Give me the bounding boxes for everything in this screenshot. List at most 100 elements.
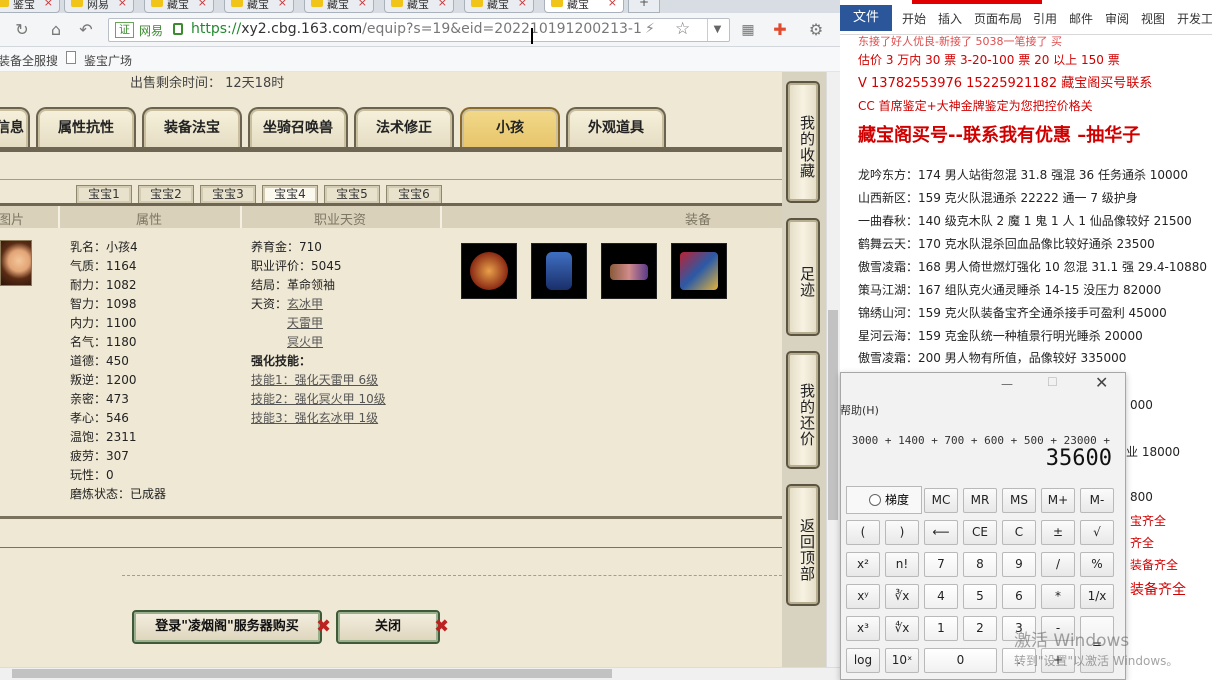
close-tab-icon[interactable]: × — [44, 0, 53, 9]
calc-key[interactable]: 1/x — [1080, 584, 1114, 609]
footprints-button[interactable]: 足迹 — [786, 218, 820, 336]
calc-key[interactable]: C — [1002, 520, 1036, 545]
grid-icon[interactable]: ▦ — [736, 19, 760, 41]
calc-help-menu[interactable]: 帮助(H) — [840, 402, 879, 418]
calc-key[interactable]: ( — [846, 520, 880, 545]
calc-key[interactable]: MS — [1002, 488, 1036, 513]
home-icon[interactable]: ⌂ — [44, 19, 68, 41]
talent-link[interactable]: 天雷甲 — [287, 316, 323, 330]
ribbon-tab-view[interactable]: 视图 — [1141, 10, 1165, 27]
talent-link[interactable]: 冥火甲 — [287, 335, 323, 349]
maximize-icon[interactable]: ☐ — [1047, 375, 1058, 389]
calc-key[interactable]: ) — [885, 520, 919, 545]
ribbon-tab-layout[interactable]: 页面布局 — [974, 10, 1022, 27]
subtab-baby2[interactable]: 宝宝2 — [138, 185, 194, 204]
calc-key[interactable]: MC — [924, 488, 958, 513]
close-icon[interactable]: ✕ — [1095, 373, 1108, 392]
file-tab[interactable]: 文件 — [840, 5, 892, 31]
ribbon-tab-references[interactable]: 引用 — [1033, 10, 1057, 27]
calc-key-digit[interactable]: 4 — [924, 584, 958, 609]
equipment-slot[interactable] — [671, 243, 727, 299]
calc-key[interactable]: √ — [1080, 520, 1114, 545]
tab-spells[interactable]: 法术修正 — [354, 107, 454, 149]
chevron-down-icon[interactable]: ▼ — [707, 19, 727, 41]
calc-key[interactable]: / — [1041, 552, 1075, 577]
close-tab-icon[interactable]: × — [118, 0, 127, 9]
calc-key-digit[interactable]: 0 — [924, 648, 997, 673]
tab-mounts[interactable]: 坐骑召唤兽 — [248, 107, 348, 149]
equipment-slot[interactable] — [461, 243, 517, 299]
browser-tab[interactable]: 藏宝 × — [304, 0, 374, 13]
calc-key-digit[interactable]: 7 — [924, 552, 958, 577]
calc-key-digit[interactable]: 2 — [963, 616, 997, 641]
calc-key[interactable]: n! — [885, 552, 919, 577]
skill-link[interactable]: 技能3：强化玄冰甲 1级 — [251, 411, 378, 425]
talent-link[interactable]: 玄冰甲 — [287, 297, 323, 311]
scrollbar-thumb[interactable] — [828, 310, 838, 520]
ribbon-tab-review[interactable]: 审阅 — [1105, 10, 1129, 27]
equipment-slot[interactable] — [531, 243, 587, 299]
equipment-slot[interactable] — [601, 243, 657, 299]
scrollbar-thumb[interactable] — [12, 669, 612, 678]
close-tab-icon[interactable]: × — [438, 0, 447, 9]
browser-tab[interactable]: 藏宝 × — [144, 0, 214, 13]
bookmark-item[interactable]: 装备全服搜 — [0, 52, 58, 69]
calc-key[interactable]: M+ — [1041, 488, 1075, 513]
calc-key-digit[interactable]: 6 — [1002, 584, 1036, 609]
browser-tab[interactable]: 藏宝 × — [224, 0, 294, 13]
subtab-baby3[interactable]: 宝宝3 — [200, 185, 256, 204]
calc-key[interactable]: * — [1041, 584, 1075, 609]
radio-icon[interactable] — [869, 494, 881, 506]
buy-button[interactable]: 登录"凌烟阁"服务器购买 — [132, 610, 322, 644]
browser-tab[interactable]: 藏宝 × — [464, 0, 534, 13]
close-tab-icon[interactable]: × — [518, 0, 527, 9]
calc-key[interactable]: xʸ — [846, 584, 880, 609]
new-tab-button[interactable]: + — [628, 0, 660, 13]
tab-attributes[interactable]: 属性抗性 — [36, 107, 136, 149]
close-tab-icon[interactable]: × — [608, 0, 617, 9]
calc-key[interactable]: ∛x — [885, 584, 919, 609]
calc-key[interactable]: x² — [846, 552, 880, 577]
ribbon-tab-mailings[interactable]: 邮件 — [1069, 10, 1093, 27]
calc-key[interactable]: x³ — [846, 616, 880, 641]
calc-key[interactable]: ∜x — [885, 616, 919, 641]
subtab-baby6[interactable]: 宝宝6 — [386, 185, 442, 204]
star-icon[interactable]: ☆ — [675, 19, 690, 39]
ribbon-tab-developer[interactable]: 开发工 — [1177, 10, 1212, 27]
skill-link[interactable]: 技能2：强化冥火甲 10级 — [251, 392, 386, 406]
calc-key[interactable]: CE — [963, 520, 997, 545]
browser-tab[interactable]: 藏宝 × — [384, 0, 454, 13]
angle-unit-group[interactable]: 梯度 — [846, 486, 922, 514]
lightning-icon[interactable]: ⚡ — [645, 21, 655, 37]
tab-appearance[interactable]: 外观道具 — [566, 107, 666, 149]
refresh-icon[interactable]: ↻ — [10, 19, 34, 41]
browser-tab[interactable]: 网易 × — [64, 0, 134, 13]
browser-tab[interactable]: 鉴宝 × — [0, 0, 60, 13]
calc-key-backspace[interactable]: ⟵ — [924, 520, 958, 545]
close-tab-icon[interactable]: × — [198, 0, 207, 9]
bookmark-item[interactable]: 鉴宝广场 — [84, 52, 132, 69]
my-favorites-button[interactable]: 我的收藏 — [786, 81, 820, 203]
my-counteroffer-button[interactable]: 我的还价 — [786, 351, 820, 469]
url-text[interactable]: https://xy2.cbg.163.com/equip?s=19&eid=2… — [191, 21, 641, 37]
subtab-baby1[interactable]: 宝宝1 — [76, 185, 132, 204]
calc-key[interactable]: M- — [1080, 488, 1114, 513]
close-tab-icon[interactable]: × — [358, 0, 367, 9]
minimize-icon[interactable]: — — [1001, 377, 1013, 391]
calc-key-digit[interactable]: 8 — [963, 552, 997, 577]
calc-key[interactable]: % — [1080, 552, 1114, 577]
calc-key-digit[interactable]: 9 — [1002, 552, 1036, 577]
browser-tab-active[interactable]: 藏宝 × — [544, 0, 624, 13]
ribbon-tab-home[interactable]: 开始 — [902, 10, 926, 27]
back-to-top-button[interactable]: 返回顶部 — [786, 484, 820, 606]
calc-key[interactable]: MR — [963, 488, 997, 513]
tools-icon[interactable]: ⚙ — [804, 19, 828, 41]
calc-key[interactable]: 10ˣ — [885, 648, 919, 673]
calc-key[interactable]: log — [846, 648, 880, 673]
subtab-baby4[interactable]: 宝宝4 — [262, 185, 318, 204]
undo-icon[interactable]: ↶ — [74, 19, 98, 41]
tab-info[interactable]: 信息 — [0, 107, 30, 149]
close-button[interactable]: 关闭 — [336, 610, 440, 644]
tab-equipment[interactable]: 装备法宝 — [142, 107, 242, 149]
calc-key-digit[interactable]: 1 — [924, 616, 958, 641]
